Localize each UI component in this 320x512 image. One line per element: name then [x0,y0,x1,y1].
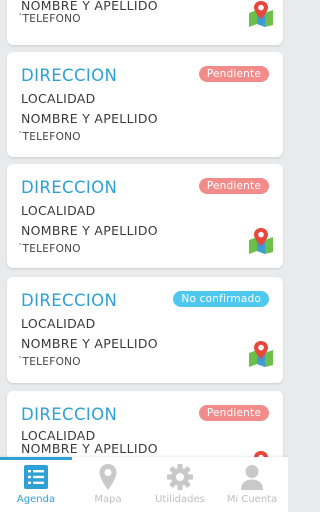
nav-tab-utilidades[interactable]: Utilidades [144,457,216,512]
nav-tab-mi-cuenta[interactable]: Mi Cuenta [216,457,288,512]
map-location-icon[interactable] [247,226,275,254]
client-name: NOMBRE Y APELLIDO [21,441,158,456]
client-phone: 'TELEFONO [19,12,81,25]
gear-icon [167,464,193,490]
map-location-icon[interactable] [247,339,275,367]
agenda-screen: NOMBRE Y APELLIDO 'TELEFONO DIRECCION Pe… [0,0,288,512]
status-badge: Pendiente [198,405,269,421]
address-title: DIRECCION [21,291,118,310]
nav-label: Mi Cuenta [226,494,278,505]
client-phone: 'TELEFONO [19,355,81,368]
address-title: DIRECCION [21,405,118,424]
client-phone-text: TELEFONO [22,243,81,255]
bottom-navigation: Agenda Mapa Utilidades Mi Cuenta [0,457,288,512]
address-title: DIRECCION [21,178,118,197]
nav-label: Mapa [94,494,122,505]
client-phone-text: TELEFONO [22,356,81,368]
address-title: DIRECCION [21,66,118,85]
client-name: NOMBRE Y APELLIDO [21,336,158,351]
status-badge: Pendiente [198,178,269,194]
status-badge: Pendiente [198,66,269,82]
appointment-card[interactable]: DIRECCION Pendiente LOCALIDAD NOMBRE Y A… [7,52,283,157]
client-phone: 'TELEFONO [19,242,81,255]
nav-label: Utilidades [155,494,205,505]
map-pin-icon [99,464,117,490]
locality: LOCALIDAD [21,316,96,331]
client-phone-text: TELEFONO [22,131,81,143]
nav-tab-mapa[interactable]: Mapa [72,457,144,512]
locality: LOCALIDAD [21,203,96,218]
client-name: NOMBRE Y APELLIDO [21,223,158,238]
appointment-card[interactable]: DIRECCION No confirmado LOCALIDAD NOMBRE… [7,277,283,383]
status-badge: No confirmado [173,291,269,307]
list-icon [24,465,48,489]
client-phone-text: TELEFONO [22,13,81,25]
nav-tab-agenda[interactable]: Agenda [0,457,72,512]
appointment-card[interactable]: NOMBRE Y APELLIDO 'TELEFONO [7,0,283,45]
appointment-card[interactable]: DIRECCION Pendiente LOCALIDAD NOMBRE Y A… [7,164,283,268]
map-location-icon[interactable] [247,0,275,27]
client-phone: 'TELEFONO [19,130,81,143]
nav-label: Agenda [16,494,56,505]
user-icon [241,465,263,490]
client-name: NOMBRE Y APELLIDO [21,111,158,126]
locality: LOCALIDAD [21,91,96,106]
